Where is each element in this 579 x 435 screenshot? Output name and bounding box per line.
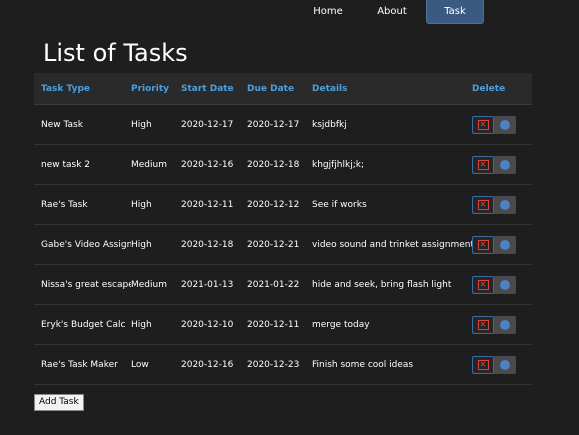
delete-button[interactable]: ✕ — [472, 155, 494, 174]
cell-priority: High — [131, 239, 152, 250]
delete-button[interactable]: ✕ — [472, 235, 494, 254]
header-start-date: Start Date — [181, 83, 234, 94]
cell-start-date: 2020-12-11 — [181, 199, 234, 210]
cell-details: See if works — [312, 199, 367, 210]
nav-task-active[interactable]: Task — [426, 0, 484, 24]
page-title: List of Tasks — [43, 39, 188, 67]
cell-actions: ✕ — [472, 155, 532, 174]
cell-due-date: 2021-01-22 — [247, 279, 300, 290]
close-x-icon: ✕ — [477, 199, 489, 210]
gear-icon — [501, 320, 509, 329]
cell-priority: Medium — [131, 159, 167, 170]
cell-priority: High — [131, 119, 152, 130]
close-x-icon: ✕ — [477, 319, 489, 330]
header-task-type: Task Type — [41, 83, 91, 94]
top-nav: Home About Task — [298, 0, 484, 24]
close-x-icon: ✕ — [477, 239, 489, 250]
header-delete: Delete — [472, 83, 506, 94]
cell-actions: ✕ — [472, 235, 532, 254]
gear-icon — [501, 160, 509, 169]
cell-task-type: Rae's Task Maker — [41, 359, 118, 370]
edit-button[interactable] — [494, 195, 516, 214]
header-due-date: Due Date — [247, 83, 295, 94]
edit-button[interactable] — [494, 275, 516, 294]
nav-about[interactable]: About — [358, 0, 426, 24]
cell-start-date: 2020-12-17 — [181, 119, 234, 130]
cell-details: video sound and trinket assignment — [312, 239, 472, 250]
cell-start-date: 2020-12-10 — [181, 319, 234, 330]
cell-details: Finish some cool ideas — [312, 359, 414, 370]
cell-due-date: 2020-12-23 — [247, 359, 300, 370]
gear-icon — [501, 200, 509, 209]
cell-actions: ✕ — [472, 275, 532, 294]
cell-start-date: 2020-12-18 — [181, 239, 234, 250]
add-task-button[interactable]: Add Task — [34, 394, 84, 411]
cell-priority: Low — [131, 359, 149, 370]
table-header: Task Type Priority Start Date Due Date D… — [34, 73, 532, 105]
close-x-icon: ✕ — [477, 359, 489, 370]
close-x-icon: ✕ — [477, 159, 489, 170]
table-row: Rae's Task Maker Low 2020-12-16 2020-12-23 F… — [34, 345, 532, 385]
cell-details: khgjfjhlkj;k; — [312, 159, 364, 170]
cell-details: ksjdbfkj — [312, 119, 347, 130]
cell-due-date: 2020-12-18 — [247, 159, 300, 170]
cell-actions: ✕ — [472, 195, 532, 214]
cell-task-type: Eryk's Budget Calc — [41, 319, 126, 330]
table-row: Gabe's Video Assign High 2020-12-18 2020-12… — [34, 225, 532, 265]
cell-start-date: 2020-12-16 — [181, 159, 234, 170]
cell-actions: ✕ — [472, 355, 532, 374]
cell-task-type: Gabe's Video Assign — [41, 239, 131, 250]
header-details: Details — [312, 83, 348, 94]
delete-button[interactable]: ✕ — [472, 115, 494, 134]
cell-due-date: 2020-12-11 — [247, 319, 300, 330]
gear-icon — [501, 280, 509, 289]
cell-details: hide and seek, bring flash light — [312, 279, 452, 290]
delete-button[interactable]: ✕ — [472, 315, 494, 334]
cell-task-type: new task 2 — [41, 159, 90, 170]
cell-due-date: 2020-12-17 — [247, 119, 300, 130]
cell-task-type: New Task — [41, 119, 83, 130]
edit-button[interactable] — [494, 115, 516, 134]
task-table: Task Type Priority Start Date Due Date D… — [34, 73, 532, 385]
edit-button[interactable] — [494, 355, 516, 374]
cell-priority: Medium — [131, 279, 167, 290]
cell-actions: ✕ — [472, 315, 532, 334]
cell-actions: ✕ — [472, 115, 532, 134]
edit-button[interactable] — [494, 235, 516, 254]
page: Home About Task List of Tasks Task Type … — [0, 0, 579, 435]
table-row: New Task High 2020-12-17 2020-12-17 ksjdbfkj… — [34, 105, 532, 145]
cell-task-type: Nissa's great escape — [41, 279, 131, 290]
table-body: New Task High 2020-12-17 2020-12-17 ksjdbfkj… — [34, 105, 532, 385]
delete-button[interactable]: ✕ — [472, 355, 494, 374]
nav-home[interactable]: Home — [298, 0, 358, 24]
table-row: Nissa's great escape Medium 2021-01-13 2021… — [34, 265, 532, 305]
table-row: new task 2 Medium 2020-12-16 2020-12-18 khgj… — [34, 145, 532, 185]
header-priority: Priority — [131, 83, 169, 94]
cell-start-date: 2021-01-13 — [181, 279, 234, 290]
edit-button[interactable] — [494, 155, 516, 174]
cell-task-type: Rae's Task — [41, 199, 88, 210]
gear-icon — [501, 120, 509, 129]
cell-due-date: 2020-12-21 — [247, 239, 300, 250]
cell-details: merge today — [312, 319, 370, 330]
close-x-icon: ✕ — [477, 119, 489, 130]
cell-due-date: 2020-12-12 — [247, 199, 300, 210]
delete-button[interactable]: ✕ — [472, 275, 494, 294]
delete-button[interactable]: ✕ — [472, 195, 494, 214]
cell-start-date: 2020-12-16 — [181, 359, 234, 370]
gear-icon — [501, 240, 509, 249]
table-row: Eryk's Budget Calc High 2020-12-10 2020-12-… — [34, 305, 532, 345]
cell-priority: High — [131, 199, 152, 210]
table-row: Rae's Task High 2020-12-11 2020-12-12 See if… — [34, 185, 532, 225]
edit-button[interactable] — [494, 315, 516, 334]
cell-priority: High — [131, 319, 152, 330]
gear-icon — [501, 360, 509, 369]
close-x-icon: ✕ — [477, 279, 489, 290]
